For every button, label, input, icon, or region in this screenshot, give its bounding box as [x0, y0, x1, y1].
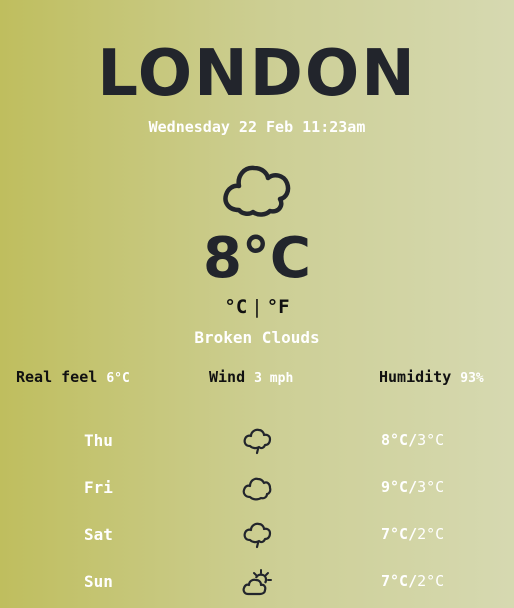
- date-time: Wednesday 22 Feb 11:23am: [148, 118, 366, 136]
- forecast-row-thu: Thu 8°C/3°C: [0, 420, 514, 467]
- rain-cloud-icon: [243, 522, 272, 549]
- forecast-separator: /: [408, 572, 418, 590]
- forecast-list: Thu 8°C/3°C Fri 9°C/3°C Sat 7°C/2°C Sun: [0, 420, 514, 608]
- forecast-low: 2°C: [417, 572, 445, 590]
- forecast-low: 3°C: [417, 478, 445, 496]
- unit-toggle: °C | °F: [0, 296, 514, 318]
- forecast-low: 2°C: [417, 525, 445, 543]
- forecast-separator: /: [408, 525, 418, 543]
- forecast-row-fri: Fri 9°C/3°C: [0, 467, 514, 514]
- real-feel-value: 6°C: [106, 371, 130, 386]
- forecast-high: 7°C: [381, 572, 409, 590]
- forecast-low: 3°C: [417, 431, 445, 449]
- forecast-row-sat: Sat 7°C/2°C: [0, 514, 514, 561]
- humidity-label: Humidity: [379, 368, 452, 386]
- humidity-stat: Humidity 93%: [379, 368, 484, 386]
- current-temperature: 8°C: [202, 226, 312, 291]
- forecast-range: 7°C/2°C: [381, 525, 444, 543]
- forecast-high: 8°C: [381, 431, 409, 449]
- forecast-day: Thu: [84, 431, 113, 450]
- forecast-separator: /: [408, 431, 418, 449]
- cloud-icon: [242, 477, 272, 501]
- rain-cloud-icon: [243, 428, 272, 455]
- forecast-day: Sun: [84, 572, 113, 591]
- forecast-range: 9°C/3°C: [381, 478, 444, 496]
- weather-condition: Broken Clouds: [194, 328, 320, 347]
- humidity-value: 93%: [460, 371, 484, 386]
- forecast-day: Fri: [84, 478, 113, 497]
- forecast-range: 8°C/3°C: [381, 431, 444, 449]
- forecast-separator: /: [408, 478, 418, 496]
- forecast-high: 9°C: [381, 478, 409, 496]
- fahrenheit-button[interactable]: °F: [267, 296, 290, 318]
- weather-stats: Real feel 6°C Wind 3 mph Humidity 93%: [0, 368, 514, 390]
- real-feel-label: Real feel: [16, 368, 98, 386]
- unit-separator: |: [251, 296, 263, 318]
- celsius-button[interactable]: °C: [224, 296, 247, 318]
- wind-stat: Wind 3 mph: [209, 368, 293, 386]
- wind-value: 3 mph: [254, 371, 294, 386]
- forecast-row-sun: Sun 7°C/2°C: [0, 561, 514, 608]
- cloud-icon: [223, 165, 291, 217]
- wind-label: Wind: [209, 368, 246, 386]
- forecast-day: Sat: [84, 525, 113, 544]
- forecast-range: 7°C/2°C: [381, 572, 444, 590]
- forecast-high: 7°C: [381, 525, 409, 543]
- city-name: LONDON: [97, 37, 417, 111]
- real-feel-stat: Real feel 6°C: [16, 368, 130, 386]
- sun-cloud-icon: [242, 569, 272, 596]
